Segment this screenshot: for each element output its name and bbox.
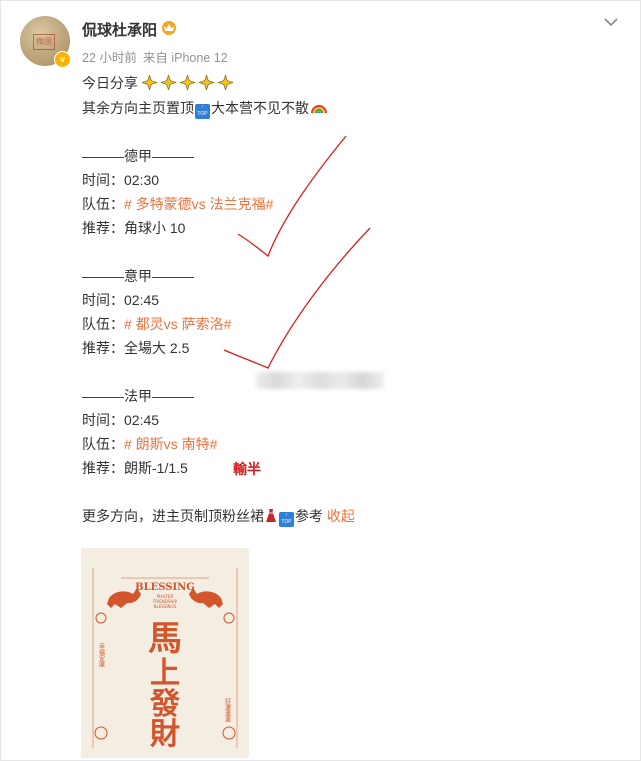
direction-line: 其余方向主页置顶 ↑ TOP 大本营不见不散 — [82, 98, 327, 119]
post-image[interactable]: 馬 上 發 財 幸福安康 好運連連 BLESSING MASTER FRIEND… — [81, 548, 249, 758]
poster-side-right: 好運連連 — [224, 697, 231, 723]
poster-side-left: 幸福安康 — [98, 642, 105, 667]
post-time[interactable]: 22 小时前 — [82, 51, 137, 65]
handwritten-result-note: 輸半 — [233, 461, 261, 477]
share-line: 今日分享 — [82, 73, 233, 93]
match-time: 时间：02:30 — [82, 172, 160, 188]
vip-crown-icon — [162, 21, 176, 35]
poster-big-char: 馬 — [148, 619, 182, 659]
avatar-stamp: 微国 — [33, 34, 55, 50]
poster-title: BLESSING — [135, 582, 195, 593]
poster-artwork: 馬 上 發 財 幸福安康 好運連連 BLESSING MASTER FRIEND… — [81, 548, 249, 758]
match-recommendation: 推荐：全場大 2.5 — [82, 340, 190, 356]
blurred-watermark — [256, 372, 384, 389]
sparkle-star-icon — [199, 75, 214, 90]
dress-icon — [266, 509, 276, 522]
top-icon: ↑ TOP — [279, 512, 294, 527]
match-teams: 队伍：# 都灵vs 萨索洛# — [82, 316, 232, 332]
poster-big-char: 上 — [150, 656, 180, 691]
match-recommendation: 推荐：朗斯-1/1.5 — [82, 460, 188, 476]
sparkle-star-icon — [180, 75, 195, 90]
match-teams: 队伍：# 多特蒙德vs 法兰克福# — [82, 196, 274, 212]
direction-text: 其余方向主页置顶 — [82, 100, 194, 116]
post-source: 来自 iPhone 12 — [142, 51, 228, 65]
poster-big-char: 財 — [150, 717, 180, 752]
sparkle-star-icon — [142, 75, 157, 90]
league-header: ———德甲——— — [82, 148, 194, 164]
direction-tail-text: 大本营不见不散 — [211, 100, 309, 116]
topic-tag[interactable]: # 都灵vs 萨索洛# — [124, 316, 231, 332]
match-time: 时间：02:45 — [82, 292, 160, 308]
more-line: 更多方向，进主页制顶粉丝裙 ↑ TOP 参考 收起 — [82, 506, 355, 527]
topic-tag[interactable]: # 多特蒙德vs 法兰克福# — [124, 196, 273, 212]
top-icon: ↑ TOP — [195, 104, 210, 119]
share-text: 今日分享 — [82, 75, 138, 91]
league-header: ———意甲——— — [82, 268, 194, 284]
sparkle-star-icon — [218, 75, 233, 90]
sparkle-star-icon — [161, 75, 176, 90]
match-recommendation: 推荐：角球小 10 — [82, 220, 186, 236]
chevron-down-icon[interactable] — [604, 17, 618, 27]
match-time: 时间：02:45 — [82, 412, 160, 428]
username[interactable]: 侃球杜承阳 — [82, 19, 157, 40]
league-header: ———法甲——— — [82, 388, 194, 404]
more-text: 更多方向，进主页制顶粉丝裙 — [82, 508, 264, 524]
match-teams: 队伍：# 朗斯vs 南特# — [82, 436, 218, 452]
post-meta: 22 小时前 来自 iPhone 12 — [82, 47, 234, 66]
topic-tag[interactable]: # 朗斯vs 南特# — [124, 436, 217, 452]
collapse-link[interactable]: 收起 — [327, 508, 355, 524]
poster-subtitle: BLESSINGS — [154, 604, 177, 609]
rainbow-icon — [311, 105, 327, 114]
more-tail: 参考 — [295, 508, 323, 524]
verified-badge-icon: v — [54, 51, 71, 68]
